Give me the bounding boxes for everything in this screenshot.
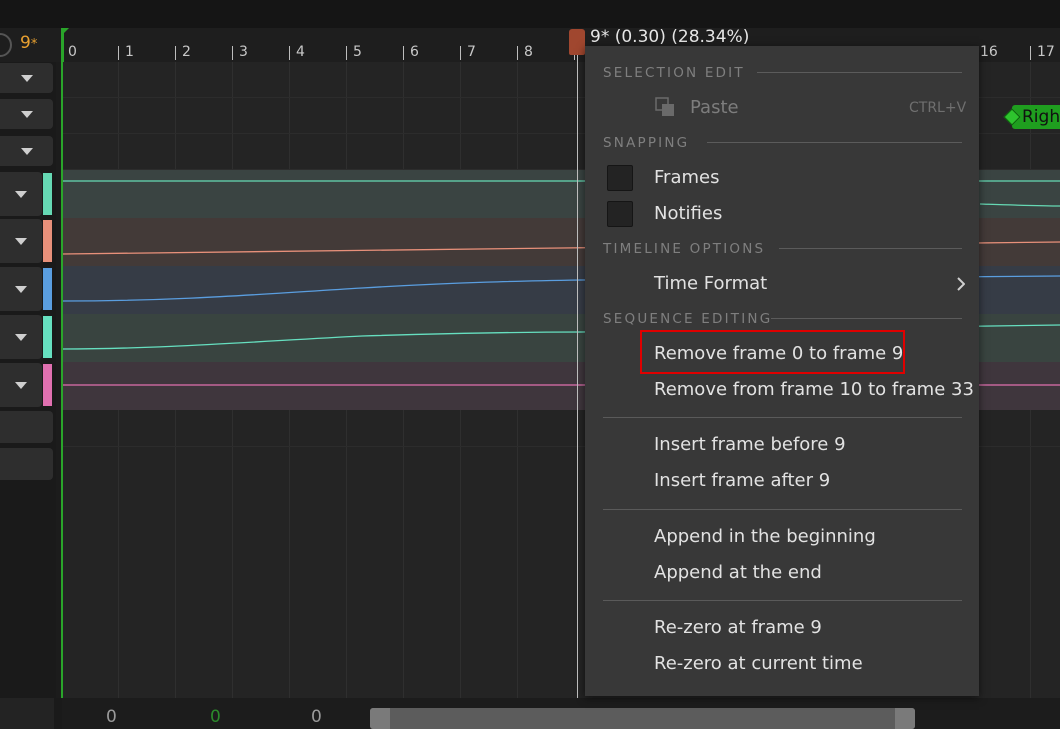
ruler-tick (175, 46, 176, 60)
curve-track-dropdown-button[interactable] (0, 267, 42, 311)
current-frame-marker: * (30, 37, 38, 52)
ruler-tick-label: 2 (182, 44, 191, 60)
notify-label: Righ (1022, 107, 1060, 127)
context-menu: SELECTION EDIT Paste CTRL+V SNAPPING Fra… (585, 46, 979, 696)
ruler-tick-label: 16 (980, 44, 998, 60)
ruler-tick (517, 46, 518, 60)
curve-track-dropdown-button[interactable] (0, 363, 42, 407)
track-dropdown-button[interactable] (0, 136, 53, 166)
curve-track-dropdown-button[interactable] (0, 315, 42, 359)
empty-track-header[interactable] (0, 411, 53, 443)
section-header-timeline-options: TIMELINE OPTIONS (603, 241, 766, 257)
snap-notifies-checkbox[interactable] (607, 201, 633, 227)
menu-item-insert-before[interactable]: Insert frame before 9 (654, 434, 846, 455)
chevron-down-icon (15, 285, 27, 293)
bottom-left-panel (0, 698, 54, 729)
chevron-down-icon (15, 381, 27, 389)
playhead-line (577, 52, 578, 698)
curve-teal-right (979, 203, 1060, 207)
chevron-down-icon (15, 190, 27, 198)
range-start-value[interactable]: 0 (106, 707, 117, 727)
track-dropdown-button[interactable] (0, 99, 53, 129)
chevron-right-icon (957, 277, 965, 291)
section-header-selection-edit: SELECTION EDIT (603, 65, 745, 81)
section-header-sequence-editing: SEQUENCE EDITING (603, 311, 773, 327)
snap-frames-checkbox[interactable] (607, 165, 633, 191)
chevron-down-icon (15, 237, 27, 245)
menu-item-remove-before[interactable]: Remove frame 0 to frame 9 (654, 343, 903, 364)
current-frame-indicator: 9* (20, 33, 37, 53)
section-header-snapping: SNAPPING (603, 135, 690, 151)
paste-icon (655, 97, 674, 116)
ruler-tick (232, 46, 233, 60)
start-marker-flag-icon (61, 28, 69, 36)
scrollbar-left-handle[interactable] (370, 708, 390, 729)
menu-divider (603, 600, 962, 601)
ruler-tick (460, 46, 461, 60)
menu-item-notifies[interactable]: Notifies (654, 203, 722, 224)
ruler-tick-label: 7 (467, 44, 476, 60)
menu-item-paste[interactable]: Paste (690, 97, 739, 118)
ruler-tick (118, 46, 119, 60)
section-divider (707, 142, 962, 143)
empty-track-header[interactable] (0, 448, 53, 480)
curve-track-dropdown-button[interactable] (0, 172, 42, 216)
top-toolbar (0, 0, 1060, 28)
menu-divider (603, 509, 962, 510)
chevron-down-icon (15, 333, 27, 341)
menu-item-rezero-current[interactable]: Re-zero at current time (654, 653, 863, 674)
menu-item-frames[interactable]: Frames (654, 167, 719, 188)
section-divider (757, 72, 962, 73)
menu-divider (603, 417, 962, 418)
track-color-swatch (43, 268, 52, 310)
section-divider (779, 248, 962, 249)
menu-item-remove-after[interactable]: Remove from frame 10 to frame 33 (654, 379, 974, 400)
ruler-tick (289, 46, 290, 60)
scrollbar-right-handle[interactable] (895, 708, 915, 729)
ruler-tick-label: 3 (239, 44, 248, 60)
ruler-tick-label: 6 (410, 44, 419, 60)
ruler-tick-label: 8 (524, 44, 533, 60)
track-color-swatch (43, 173, 52, 215)
chevron-down-icon (20, 147, 33, 155)
ruler-tick-label: 17 (1037, 44, 1055, 60)
ruler-tick-label: 0 (68, 44, 77, 60)
track-header-column (0, 62, 56, 698)
track-color-swatch (43, 364, 52, 406)
menu-item-time-format[interactable]: Time Format (654, 273, 767, 294)
chevron-down-icon (20, 110, 33, 118)
range-end-value[interactable]: 0 (311, 707, 322, 727)
start-marker-line (61, 28, 63, 698)
playhead-label: 9* (0.30) (28.34%) (590, 27, 750, 47)
track-dropdown-button[interactable] (0, 63, 53, 93)
ruler-tick (346, 46, 347, 60)
menu-item-insert-after[interactable]: Insert frame after 9 (654, 470, 830, 491)
menu-item-append-end[interactable]: Append at the end (654, 562, 822, 583)
menu-item-rezero-frame[interactable]: Re-zero at frame 9 (654, 617, 822, 638)
current-frame-value: 9 (20, 33, 31, 53)
menu-item-append-beginning[interactable]: Append in the beginning (654, 526, 876, 547)
track-color-swatch (43, 220, 52, 262)
range-current-value[interactable]: 0 (210, 707, 221, 727)
curve-track-dropdown-button[interactable] (0, 219, 42, 263)
playhead-handle[interactable] (569, 29, 585, 55)
ruler-tick-label: 1 (125, 44, 134, 60)
paste-shortcut: CTRL+V (909, 100, 967, 116)
track-color-swatch (43, 316, 52, 358)
chevron-down-icon (20, 74, 33, 82)
ruler-tick (403, 46, 404, 60)
ruler-tick-label: 5 (353, 44, 362, 60)
section-divider (771, 318, 962, 319)
ruler-tick-label: 4 (296, 44, 305, 60)
horizontal-scrollbar[interactable] (370, 708, 915, 729)
ruler-tick (1030, 46, 1031, 60)
